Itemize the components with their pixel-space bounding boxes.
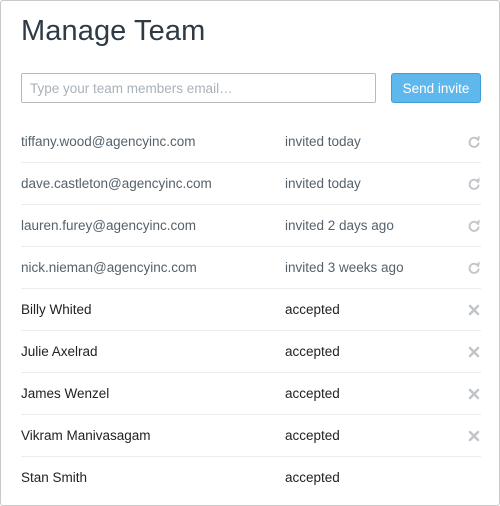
member-name: Julie Axelrad [21,344,98,359]
member-name: dave.castleton@agencyinc.com [21,176,212,191]
resend-invite-button[interactable] [467,219,481,233]
resend-invite-button[interactable] [467,135,481,149]
member-status: accepted [285,470,340,485]
refresh-icon [467,177,481,191]
resend-invite-button[interactable] [467,177,481,191]
remove-member-button[interactable] [467,387,481,401]
manage-team-panel: Manage Team Send invite tiffany.wood@age… [0,0,500,506]
refresh-icon [467,261,481,275]
member-name: lauren.furey@agencyinc.com [21,218,197,233]
email-input[interactable] [21,73,376,103]
member-status: accepted [285,344,340,359]
invite-row: Send invite [21,73,481,103]
page-title: Manage Team [21,15,206,47]
team-member-list: tiffany.wood@agencyinc.com invited today d… [21,121,481,499]
member-status: accepted [285,428,340,443]
resend-invite-button[interactable] [467,261,481,275]
remove-member-button[interactable] [467,429,481,443]
team-member-row: James Wenzel accepted [21,373,481,415]
team-member-row: Vikram Manivasagam accepted [21,415,481,457]
team-member-row: dave.castleton@agencyinc.com invited toda… [21,163,481,205]
remove-icon [467,345,481,359]
team-member-row: lauren.furey@agencyinc.com invited 2 days… [21,205,481,247]
remove-member-button[interactable] [467,345,481,359]
member-name: nick.nieman@agencyinc.com [21,260,197,275]
member-status: invited 2 days ago [285,218,394,233]
member-name: Stan Smith [21,470,88,485]
member-status: accepted [285,302,340,317]
member-status: invited today [285,176,361,191]
member-name: tiffany.wood@agencyinc.com [21,134,196,149]
team-member-row: tiffany.wood@agencyinc.com invited today [21,121,481,163]
team-member-row: Stan Smith accepted [21,457,481,499]
member-name: Billy Whited [21,302,92,317]
remove-icon [467,303,481,317]
refresh-icon [467,219,481,233]
member-name: Vikram Manivasagam [21,428,151,443]
remove-member-button[interactable] [467,303,481,317]
remove-icon [467,429,481,443]
team-member-row: Julie Axelrad accepted [21,331,481,373]
member-status: accepted [285,386,340,401]
team-member-row: nick.nieman@agencyinc.com invited 3 weeks… [21,247,481,289]
remove-icon [467,387,481,401]
member-status: invited today [285,134,361,149]
member-status: invited 3 weeks ago [285,260,404,275]
send-invite-button[interactable]: Send invite [391,73,481,103]
refresh-icon [467,135,481,149]
team-member-row: Billy Whited accepted [21,289,481,331]
member-name: James Wenzel [21,386,110,401]
